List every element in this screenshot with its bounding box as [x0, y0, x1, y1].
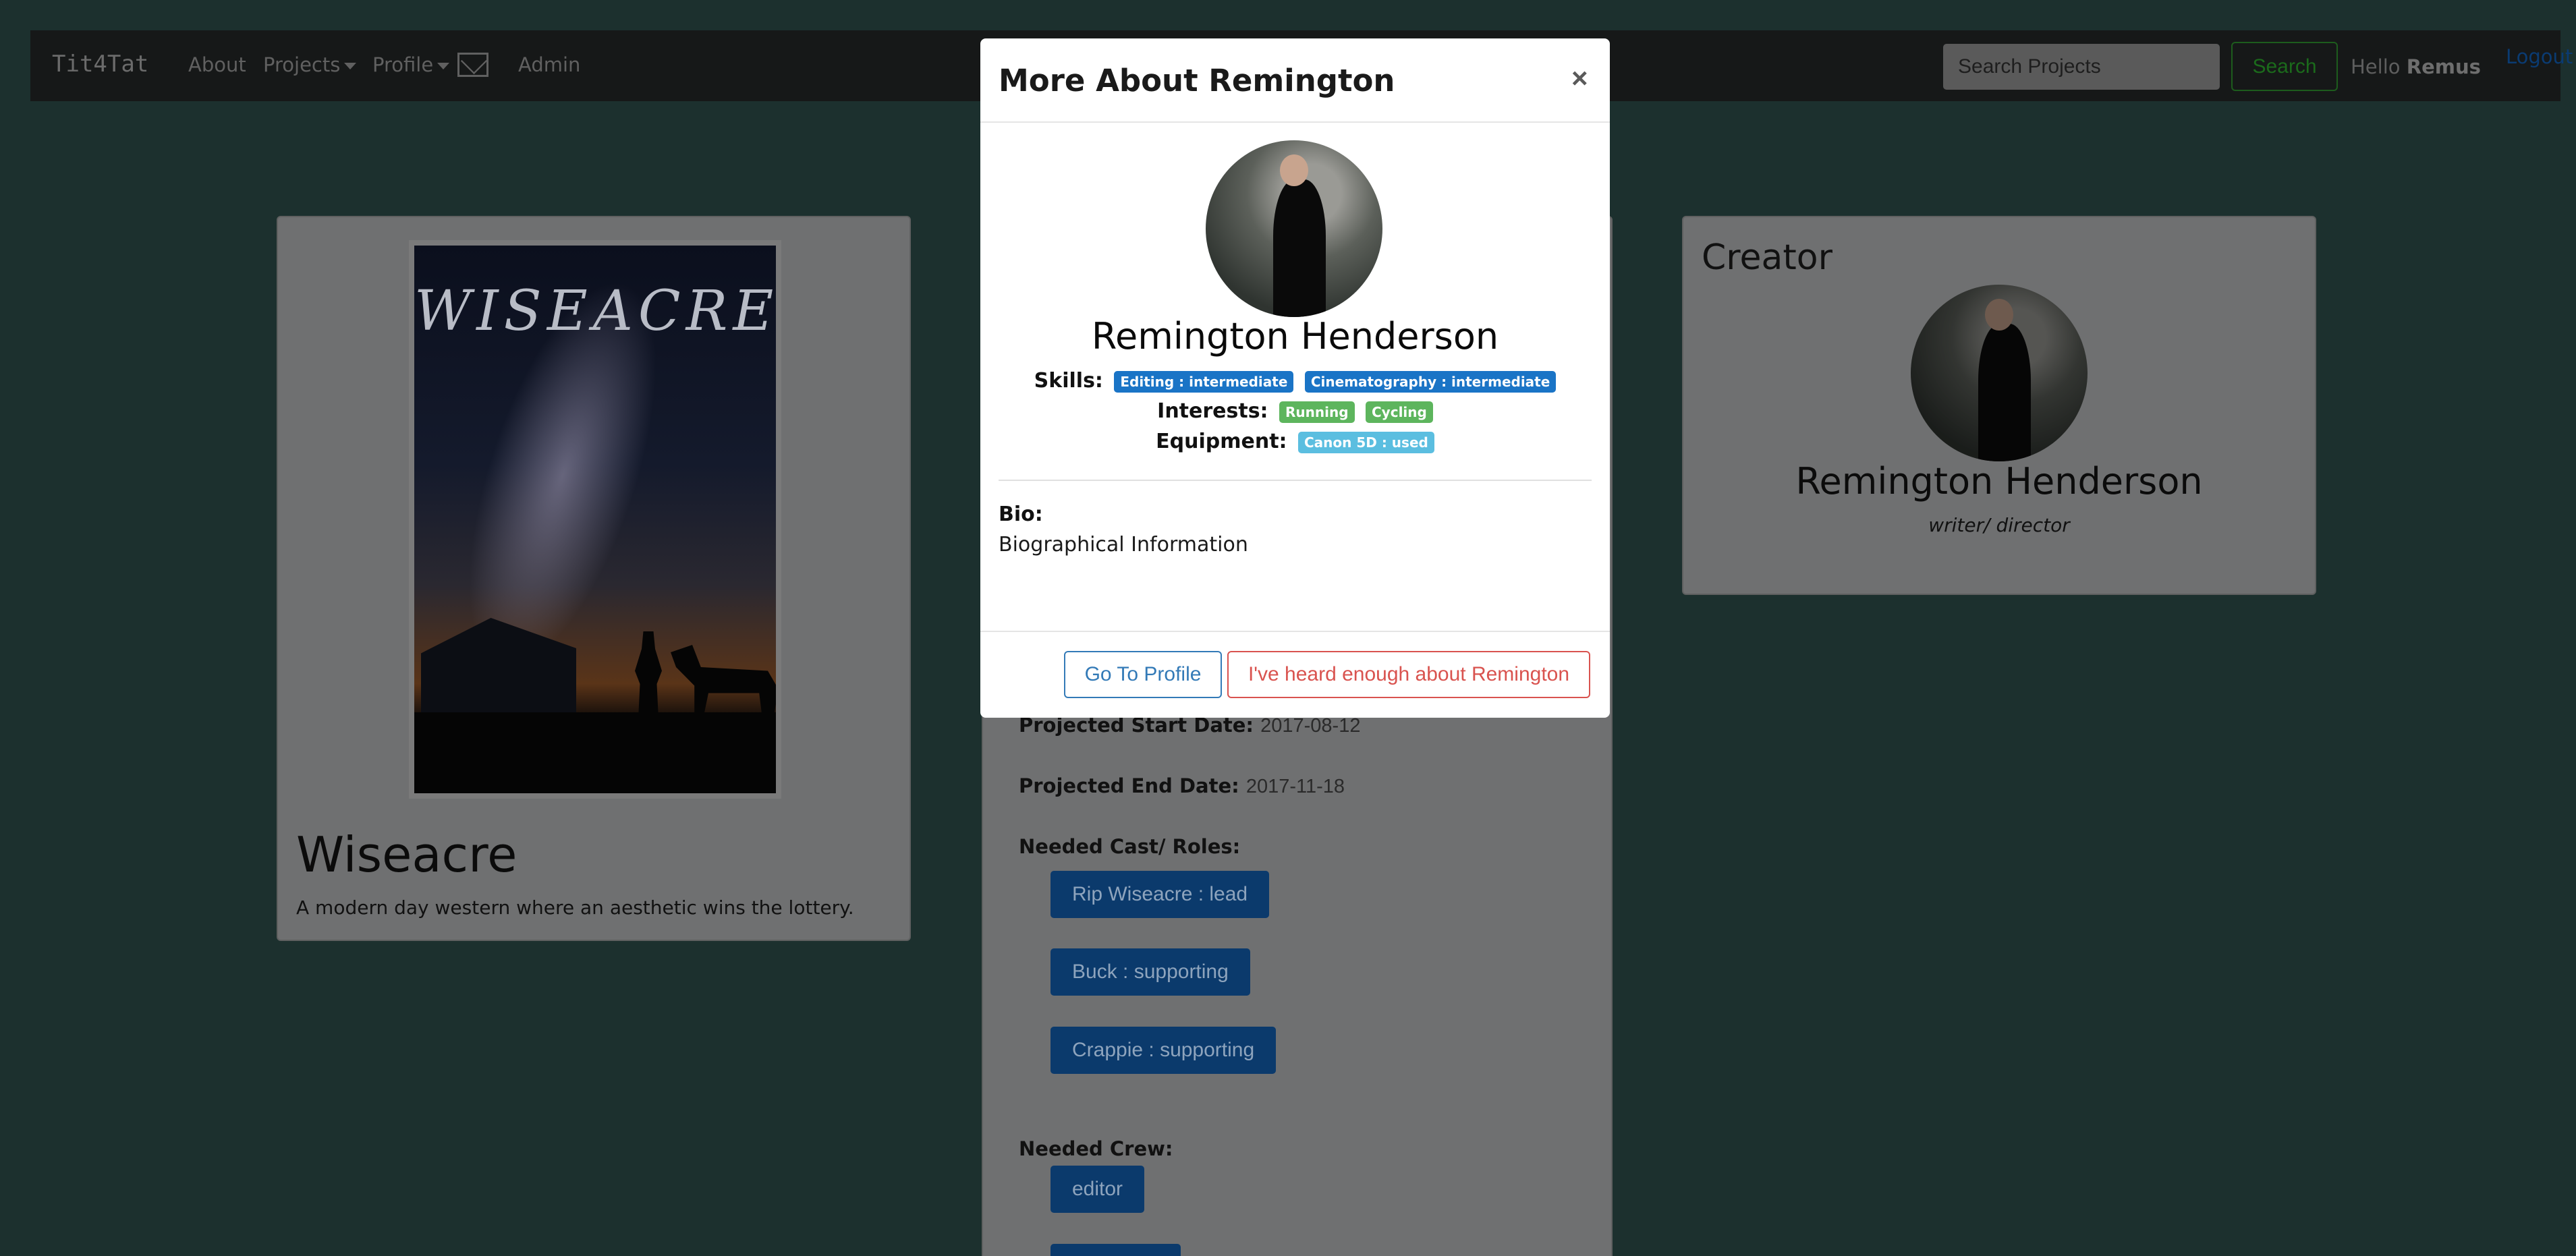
nav-about[interactable]: About	[188, 53, 246, 76]
avatar-head	[1280, 154, 1308, 187]
go-to-profile-button[interactable]: Go To Profile	[1064, 651, 1222, 698]
equipment-badge: Canon 5D : used	[1298, 431, 1434, 453]
end-date-value: 2017-11-18	[1245, 776, 1345, 797]
brand-logo[interactable]: Tit4Tat	[52, 51, 148, 78]
role-button[interactable]: Buck : supporting	[1051, 948, 1250, 996]
search-button[interactable]: Search	[2231, 42, 2338, 91]
modal-user-name: Remington Henderson	[1091, 315, 1499, 358]
creator-avatar[interactable]	[1911, 285, 2088, 461]
modal-avatar	[1206, 140, 1382, 317]
nav-profile-dropdown[interactable]: Profile	[372, 53, 450, 76]
creator-name[interactable]: Remington Henderson	[1683, 460, 2315, 503]
start-date-value: 2017-08-12	[1260, 715, 1361, 737]
skill-badge: Editing : intermediate	[1114, 370, 1294, 393]
interests-row: Interests: Running Cycling	[980, 399, 1610, 423]
poster-person	[635, 631, 662, 719]
interest-badge: Cycling	[1366, 401, 1433, 423]
poster-ground	[414, 712, 776, 793]
creator-card: Creator Remington Henderson writer/ dire…	[1682, 216, 2316, 595]
bio-label: Bio:	[999, 503, 1043, 526]
project-description: A modern day western where an aesthetic …	[296, 896, 854, 919]
role-button[interactable]: Crappie : supporting	[1051, 1027, 1277, 1074]
project-card: WISEACRE Wiseacre A modern day western w…	[277, 216, 911, 941]
search-input[interactable]	[1943, 44, 2220, 90]
nav-projects-dropdown[interactable]: Projects	[263, 53, 357, 76]
avatar-head	[1985, 298, 2013, 331]
greeting: Hello Remus	[2351, 55, 2481, 78]
cast-label: Needed Cast/ Roles:	[1019, 835, 1241, 858]
nav-profile-label: Profile	[372, 53, 434, 76]
role-button[interactable]: Rip Wiseacre : lead	[1051, 871, 1270, 918]
poster-horse	[671, 645, 776, 719]
creator-role: writer/ director	[1928, 514, 2070, 536]
avatar-figure	[1272, 179, 1326, 317]
caret-down-icon	[437, 63, 450, 69]
caret-down-icon	[344, 63, 357, 69]
modal-body-divider	[999, 480, 1592, 481]
profile-modal: More About Remington × Remington Henders…	[980, 38, 1610, 718]
equipment-row: Equipment: Canon 5D : used	[980, 430, 1610, 453]
crew-button[interactable]: editor	[1051, 1166, 1145, 1213]
end-date: Projected End Date: 2017-11-18	[1019, 774, 1345, 798]
project-poster: WISEACRE	[409, 240, 781, 799]
interests-label: Interests:	[1157, 399, 1268, 423]
logout-link[interactable]: Logout	[2506, 45, 2573, 68]
close-icon[interactable]: ×	[1571, 62, 1588, 94]
modal-header-divider	[980, 121, 1610, 123]
equipment-label: Equipment:	[1156, 430, 1287, 453]
crew-label: Needed Crew:	[1019, 1137, 1173, 1160]
poster-art: WISEACRE	[414, 246, 776, 793]
envelope-icon[interactable]	[457, 53, 488, 77]
project-title: Wiseacre	[296, 826, 517, 883]
creator-heading: Creator	[1702, 237, 1832, 278]
interest-badge: Running	[1279, 401, 1355, 423]
skills-label: Skills:	[1034, 369, 1103, 393]
end-date-label: Projected End Date:	[1019, 774, 1239, 797]
modal-title: More About Remington	[999, 63, 1395, 98]
nav-projects-label: Projects	[263, 53, 341, 76]
dismiss-modal-button[interactable]: I've heard enough about Remington	[1227, 651, 1590, 698]
modal-footer-divider	[980, 631, 1610, 632]
skill-badge: Cinematography : intermediate	[1304, 370, 1557, 393]
greeting-text: Hello	[2351, 55, 2401, 78]
poster-title: WISEACRE	[414, 279, 776, 343]
nav-admin[interactable]: Admin	[518, 53, 580, 76]
username: Remus	[2406, 55, 2481, 78]
bio-text: Biographical Information	[999, 533, 1248, 556]
crew-button-partial[interactable]	[1051, 1244, 1181, 1256]
skills-row: Skills: Editing : intermediate Cinematog…	[980, 369, 1610, 393]
avatar-figure	[1978, 323, 2032, 461]
